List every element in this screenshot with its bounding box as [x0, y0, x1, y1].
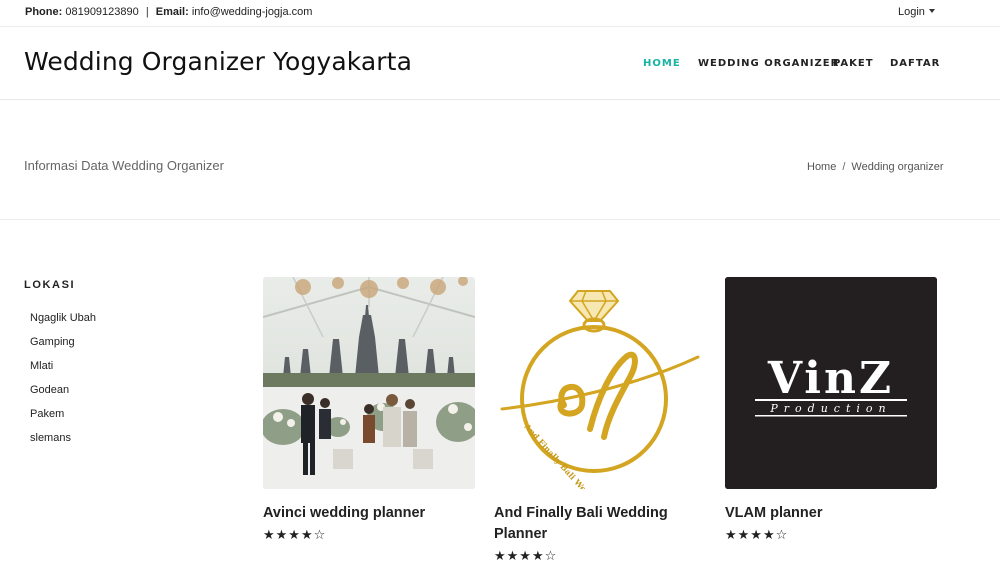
main-nav: HOME WEDDING ORGANIZER PAKET DAFTAR — [0, 58, 1000, 72]
organizer-name[interactable]: And Finally Bali Wedding Planner — [494, 503, 708, 545]
rating-stars: ★★★★☆ — [263, 528, 327, 543]
sidebar-title: LOKASI — [24, 279, 76, 291]
login-label: Login — [898, 6, 925, 18]
organizer-logo[interactable]: VinZ Production — [725, 277, 937, 489]
contact-separator: | — [145, 6, 149, 18]
rating-stars: ★★★★☆ — [494, 549, 558, 564]
organizer-card[interactable]: VinZ Production VLAM planner ★★★★☆ — [725, 277, 939, 543]
login-dropdown[interactable]: Login — [898, 6, 935, 18]
vinz-logo-text: VinZ — [767, 353, 894, 404]
organizer-name[interactable]: Avinci wedding planner — [263, 503, 477, 524]
email-label: Email: — [155, 6, 189, 18]
and-finally-logo-image: And Finally Bali Wedding Planner — [494, 277, 706, 489]
breadcrumb-home[interactable]: Home — [807, 161, 836, 173]
organizer-logo[interactable]: And Finally Bali Wedding Planner — [494, 277, 706, 489]
location-item[interactable]: Mlati — [30, 360, 96, 384]
wedding-photo-image — [263, 277, 475, 489]
organizer-card[interactable]: And Finally Bali Wedding Planner And Fin… — [494, 277, 708, 564]
vinz-logo-image: VinZ Production — [725, 277, 937, 489]
rating-stars: ★★★★☆ — [725, 528, 789, 543]
breadcrumb: Home / Wedding organizer — [807, 161, 944, 173]
caret-down-icon — [928, 9, 935, 13]
contact-info: Phone: 081909123890 | Email: info@weddin… — [25, 6, 312, 18]
location-item[interactable]: Pakem — [30, 408, 96, 432]
organizer-card[interactable]: Avinci wedding planner ★★★★☆ — [263, 277, 477, 543]
phone-label: Phone: — [25, 6, 63, 18]
email-value[interactable]: info@wedding-jogja.com — [192, 6, 313, 18]
nav-paket[interactable]: PAKET — [833, 58, 874, 69]
location-list: Ngaglik Ubah Gamping Mlati Godean Pakem … — [30, 312, 96, 456]
site-header: Wedding Organizer Yogyakarta HOME WEDDIN… — [0, 27, 1000, 100]
nav-home[interactable]: HOME — [643, 58, 681, 69]
location-item[interactable]: Gamping — [30, 336, 96, 360]
page-heading: Informasi Data Wedding Organizer Home / We… — [0, 100, 1000, 220]
vinz-logo-subtext: Production — [769, 402, 891, 415]
location-item[interactable]: Ngaglik Ubah — [30, 312, 96, 336]
phone-value: 081909123890 — [65, 6, 139, 18]
breadcrumb-current: Wedding organizer — [851, 161, 944, 173]
top-bar: Phone: 081909123890 | Email: info@weddin… — [0, 0, 1000, 27]
nav-wedding-organizer[interactable]: WEDDING ORGANIZER — [698, 58, 839, 69]
nav-daftar[interactable]: DAFTAR — [890, 58, 940, 69]
breadcrumb-separator: / — [842, 161, 846, 173]
location-item[interactable]: Godean — [30, 384, 96, 408]
page-subtitle: Informasi Data Wedding Organizer — [24, 158, 224, 173]
wedding-photo[interactable] — [263, 277, 475, 489]
organizer-name[interactable]: VLAM planner — [725, 503, 939, 524]
location-item[interactable]: slemans — [30, 432, 96, 456]
